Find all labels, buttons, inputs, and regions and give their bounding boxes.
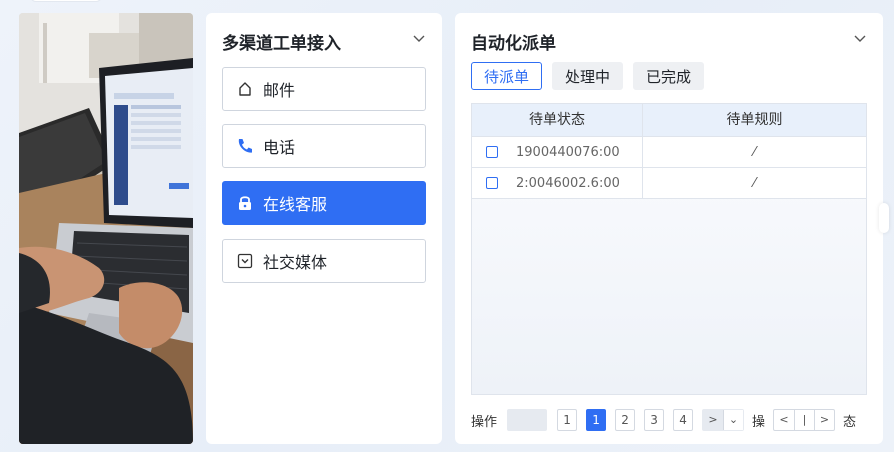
status-cell: 2:0046002.6:00: [472, 168, 643, 198]
channel-item-mail[interactable]: 邮件: [222, 67, 426, 111]
channel-item-phone[interactable]: 电话: [222, 124, 426, 168]
pager-label-status: 态: [843, 414, 857, 430]
social-icon: [235, 251, 255, 271]
channel-item-label: 邮件: [263, 81, 296, 100]
prev-button[interactable]: <: [774, 410, 794, 430]
top-tab-stub: [30, 0, 102, 2]
page-button[interactable]: 3: [644, 409, 665, 431]
channel-item-label: 电话: [263, 138, 296, 157]
pager-input[interactable]: [507, 409, 548, 431]
page-size-dropdown[interactable]: ⌄: [723, 410, 744, 430]
column-header-status: 待单状态: [472, 104, 643, 136]
status-value: 1900440076:00: [516, 144, 620, 160]
page-button[interactable]: 1: [557, 409, 578, 431]
chevron-down-icon[interactable]: [412, 31, 426, 45]
nav-group: < | >: [773, 409, 836, 431]
dispatch-table: 待单状态 待单规则 1900440076:00 ⁄ 2:0046002.6:00…: [471, 103, 867, 395]
next-dropdown-group: > ⌄: [702, 409, 745, 431]
dispatch-panel: 自动化派单 待派单 处理中 已完成 待单状态 待单规则 1900440076:0…: [455, 13, 889, 444]
status-cell: 1900440076:00: [472, 137, 643, 167]
status-tabs: 待派单 处理中 已完成: [471, 62, 705, 90]
pager-label-secondary: 操: [752, 414, 766, 430]
column-header-rule: 待单规则: [726, 112, 783, 128]
nav-divider: |: [794, 410, 814, 430]
chevron-down-icon[interactable]: [853, 31, 867, 45]
page-button[interactable]: 2: [615, 409, 636, 431]
mail-icon: [235, 79, 255, 99]
tab-completed[interactable]: 已完成: [633, 62, 705, 90]
table-row[interactable]: 1900440076:00 ⁄: [472, 137, 866, 168]
pagination: 操作 1 1 2 3 4 > ⌄ 操 < | > 态: [471, 408, 871, 432]
hero-photo: [19, 13, 193, 444]
phone-icon: [235, 136, 255, 156]
row-checkbox[interactable]: [486, 177, 498, 189]
next-page-button[interactable]: >: [703, 410, 723, 430]
channel-item-label: 在线客服: [263, 195, 328, 214]
dispatch-panel-title: 自动化派单: [471, 34, 556, 54]
page-button[interactable]: 4: [673, 409, 694, 431]
rule-cell: ⁄: [753, 176, 756, 191]
channel-item-online-service[interactable]: 在线客服: [222, 181, 426, 225]
page-button-current[interactable]: 1: [586, 409, 607, 431]
channel-item-social-media[interactable]: 社交媒体: [222, 239, 426, 283]
table-header: 待单状态 待单规则: [472, 104, 866, 137]
channel-panel-title: 多渠道工单接入: [222, 34, 341, 54]
row-checkbox[interactable]: [486, 146, 498, 158]
tab-processing[interactable]: 处理中: [552, 62, 624, 90]
tab-pending[interactable]: 待派单: [471, 62, 543, 90]
channel-item-label: 社交媒体: [263, 253, 328, 272]
next-button[interactable]: >: [814, 410, 834, 430]
lock-icon: [235, 193, 255, 213]
channel-panel: 多渠道工单接入 邮件 电话 在线客服 社交媒体: [206, 13, 442, 444]
rule-cell: ⁄: [753, 145, 756, 160]
side-handle[interactable]: [879, 203, 889, 233]
table-row[interactable]: 2:0046002.6:00 ⁄: [472, 168, 866, 199]
pager-label: 操作: [471, 414, 498, 430]
status-value: 2:0046002.6:00: [516, 175, 620, 191]
